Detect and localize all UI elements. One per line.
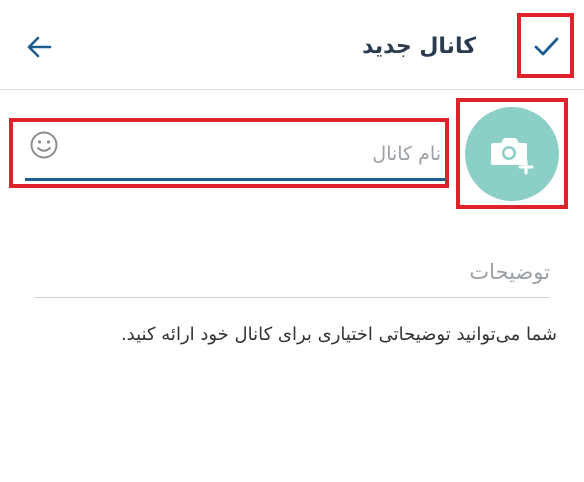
channel-name-input[interactable] — [89, 134, 441, 174]
emoji-button[interactable] — [27, 128, 61, 162]
description-help-text: شما می‌توانید توضیحاتی اختیاری برای کانا… — [120, 324, 557, 345]
arrow-left-icon — [27, 36, 52, 58]
check-icon — [534, 37, 558, 55]
channel-photo-frame — [456, 98, 568, 209]
channel-name-field — [9, 118, 449, 188]
top-app-bar: کانال جدید — [0, 0, 584, 90]
add-photo-camera-icon — [491, 137, 534, 174]
page-title: کانال جدید — [362, 34, 476, 59]
name-input-underline — [25, 178, 445, 181]
description-field — [34, 246, 550, 298]
confirm-button[interactable] — [517, 13, 574, 78]
description-input[interactable] — [34, 252, 550, 292]
back-button[interactable] — [20, 30, 58, 64]
add-channel-photo-button[interactable] — [465, 106, 559, 201]
smiley-icon — [30, 131, 58, 159]
